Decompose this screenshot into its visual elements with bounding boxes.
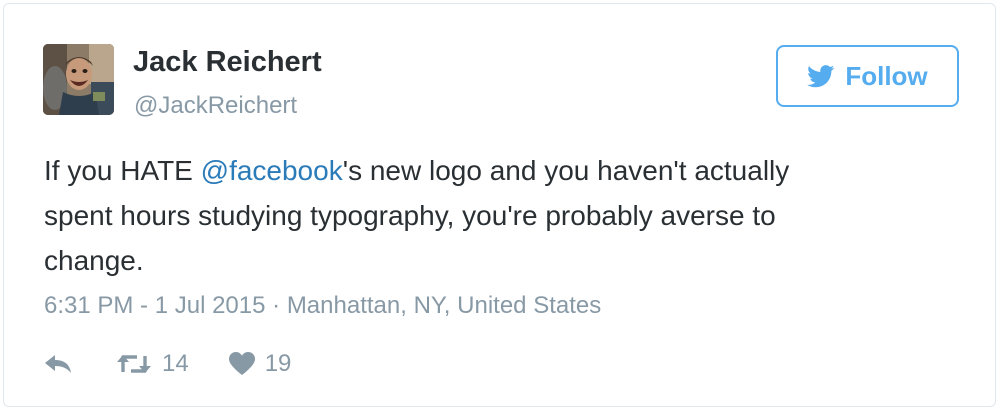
mention-link[interactable]: @facebook (201, 155, 343, 186)
author-name[interactable]: Jack Reichert (133, 46, 322, 79)
tweet-line-3: change. (44, 245, 144, 276)
follow-button-label: Follow (845, 60, 928, 91)
reply-icon (45, 355, 71, 373)
avatar-image (43, 44, 114, 115)
heart-icon (228, 352, 255, 375)
meta-separator: · (272, 292, 281, 319)
author-handle[interactable]: @JackReichert (134, 92, 297, 120)
follow-button[interactable]: Follow (776, 45, 959, 107)
reply-button[interactable] (44, 352, 76, 376)
tweet-line-2: spent hours studying typography, you're … (44, 200, 776, 231)
tweet-card: Jack Reichert @JackReichert Follow If yo… (3, 3, 996, 407)
tweet-text: If you HATE @facebook's new logo and you… (44, 148, 924, 283)
location-link[interactable]: Manhattan, NY, United States (287, 292, 601, 319)
tweet-meta: 6:31 PM - 1 Jul 2015 · Manhattan, NY, Un… (44, 292, 601, 320)
timestamp-link[interactable]: 6:31 PM - 1 Jul 2015 (44, 292, 265, 319)
retweet-button[interactable]: 14 (116, 350, 189, 378)
retweet-count: 14 (162, 350, 189, 377)
avatar[interactable] (43, 44, 114, 115)
tweet-actions: 14 19 (44, 346, 291, 382)
tweet-text-segment: 's new logo and you haven't actually (342, 155, 790, 186)
twitter-bird-icon (807, 64, 835, 87)
retweet-icon (117, 355, 151, 373)
tweet-text-segment: If you HATE (44, 155, 201, 186)
like-button[interactable]: 19 (228, 350, 292, 378)
like-count: 19 (264, 350, 292, 377)
tweet-line-1: If you HATE @facebook's new logo and you… (44, 148, 924, 193)
